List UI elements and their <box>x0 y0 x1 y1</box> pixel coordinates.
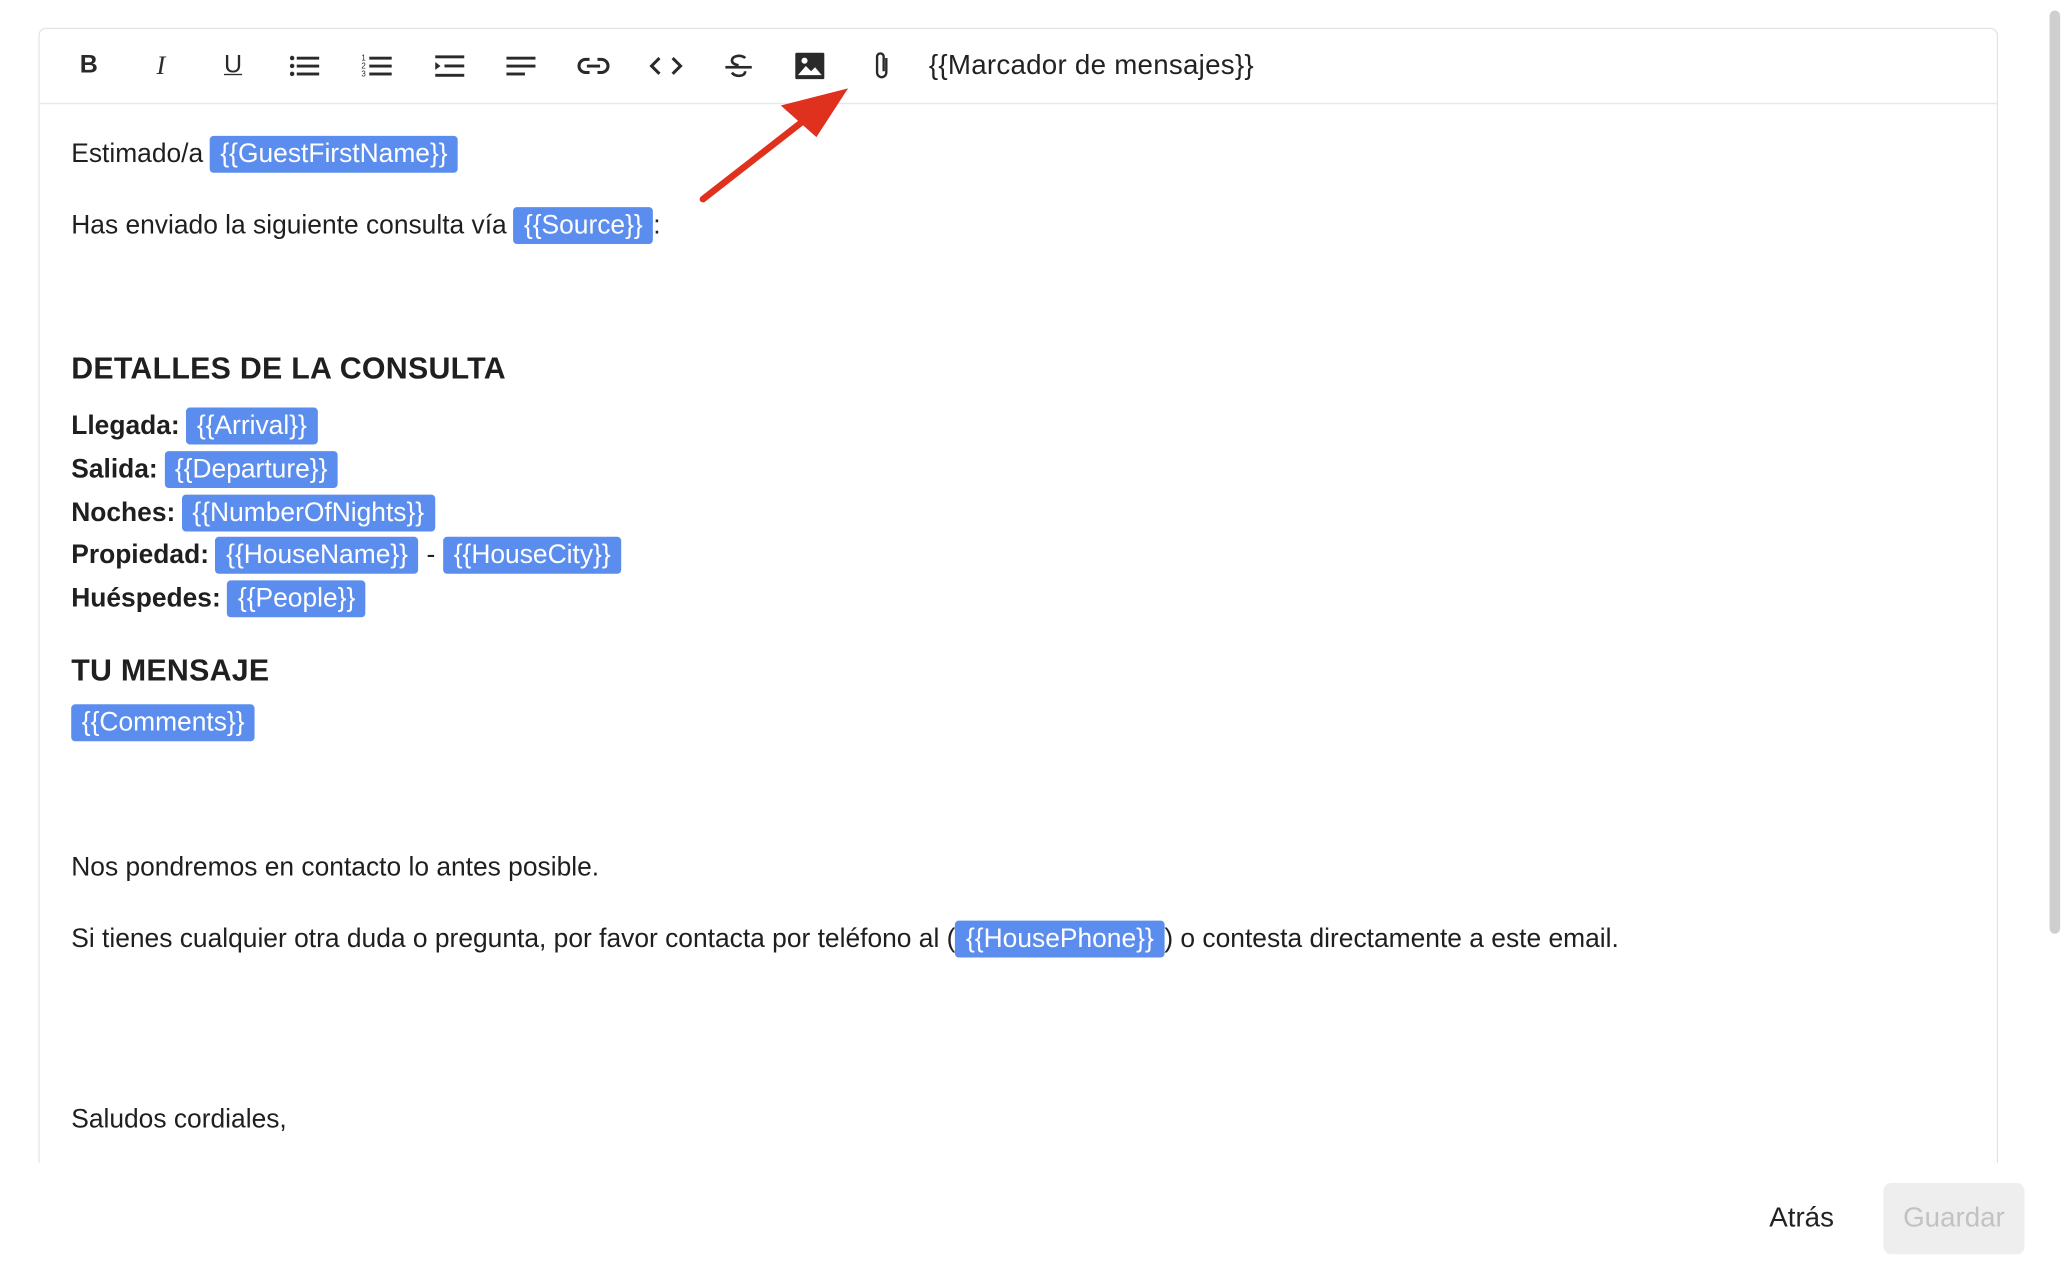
detail-row-property: Propiedad: {{HouseName}} - {{HouseCity}} <box>71 534 1965 577</box>
back-button[interactable]: Atrás <box>1741 1183 1862 1254</box>
email-template-editor-page: B I U 1 2 3 {{Marcador de mensajes}} Est… <box>0 0 2068 1279</box>
message-placeholder-dropdown[interactable]: {{Marcador de mensajes}} <box>929 50 1254 82</box>
strikethrough-icon <box>724 54 752 78</box>
align-left-button[interactable] <box>486 40 558 93</box>
details-list: Llegada: {{Arrival}} Salida: {{Departure… <box>71 405 1965 620</box>
indent-icon <box>434 55 464 77</box>
attach-file-button[interactable] <box>846 40 918 93</box>
rich-text-editor: B I U 1 2 3 {{Marcador de mensajes}} Est… <box>38 27 1999 1164</box>
detail-row-arrival: Llegada: {{Arrival}} <box>71 405 1965 448</box>
phone-text-after: ) o contesta directamente a este email. <box>1164 925 1619 955</box>
closing-text: Saludos cordiales, <box>71 1105 287 1135</box>
separator-dash: - <box>426 541 436 571</box>
placeholder-tag[interactable]: {{Comments}} <box>71 704 256 742</box>
detail-label: Huéspedes: <box>71 584 221 614</box>
detail-row-guests: Huéspedes: {{People}} <box>71 577 1965 620</box>
greeting-text: Estimado/a <box>71 139 204 169</box>
detail-row-departure: Salida: {{Departure}} <box>71 448 1965 491</box>
insert-image-button[interactable] <box>774 40 846 93</box>
link-button[interactable] <box>558 40 630 93</box>
source-text: Has enviado la siguiente consulta vía <box>71 211 507 241</box>
link-icon <box>577 57 610 75</box>
phone-text-before: Si tienes cualquier otra duda o pregunta… <box>71 925 956 955</box>
email-body[interactable]: Estimado/a {{GuestFirstName}} Has enviad… <box>40 104 1997 1138</box>
italic-button[interactable]: I <box>125 40 197 93</box>
placeholder-tag[interactable]: {{HousePhone}} <box>955 921 1165 958</box>
details-heading: DETALLES DE LA CONSULTA <box>71 350 506 386</box>
message-line: {{Comments}} <box>71 704 1965 747</box>
detail-label: Propiedad: <box>71 541 209 571</box>
paperclip-icon <box>875 52 888 79</box>
detail-label: Llegada: <box>71 412 180 442</box>
detail-row-nights: Noches: {{NumberOfNights}} <box>71 491 1965 534</box>
numbered-list-button[interactable]: 1 2 3 <box>341 40 413 93</box>
underline-button[interactable]: U <box>197 40 269 93</box>
placeholder-tag[interactable]: {{HouseCity}} <box>443 537 622 575</box>
code-icon <box>649 56 683 75</box>
strikethrough-button[interactable] <box>702 40 774 93</box>
bold-button[interactable]: B <box>53 40 125 93</box>
svg-text:3: 3 <box>362 69 367 78</box>
indent-button[interactable] <box>413 40 485 93</box>
align-left-icon <box>507 56 537 76</box>
message-heading: TU MENSAJE <box>71 653 270 688</box>
placeholder-tag[interactable]: {{People}} <box>227 580 366 618</box>
contact-soon-text: Nos pondremos en contacto lo antes posib… <box>71 853 600 883</box>
detail-label: Salida: <box>71 455 158 485</box>
placeholder-tag[interactable]: {{GuestFirstName}} <box>209 135 459 173</box>
phone-line: Si tienes cualquier otra duda o pregunta… <box>71 918 1965 960</box>
placeholder-tag[interactable]: {{NumberOfNights}} <box>181 494 435 532</box>
source-line: Has enviado la siguiente consulta vía {{… <box>71 204 1965 246</box>
detail-label: Noches: <box>71 498 176 528</box>
greeting-line: Estimado/a {{GuestFirstName}} <box>71 133 1965 175</box>
scrollbar[interactable] <box>2049 10 2061 934</box>
numbered-list-icon: 1 2 3 <box>362 54 392 78</box>
editor-toolbar: B I U 1 2 3 {{Marcador de mensajes}} <box>39 29 1997 105</box>
image-icon <box>795 52 825 80</box>
placeholder-tag[interactable]: {{Arrival}} <box>186 408 318 446</box>
bullet-list-icon <box>290 55 320 77</box>
code-button[interactable] <box>630 40 702 93</box>
source-colon: : <box>653 211 661 241</box>
save-button[interactable]: Guardar <box>1883 1183 2025 1255</box>
placeholder-tag[interactable]: {{Source}} <box>513 207 654 244</box>
bullet-list-button[interactable] <box>269 40 341 93</box>
placeholder-tag[interactable]: {{HouseName}} <box>215 537 419 575</box>
placeholder-tag[interactable]: {{Departure}} <box>164 451 338 489</box>
